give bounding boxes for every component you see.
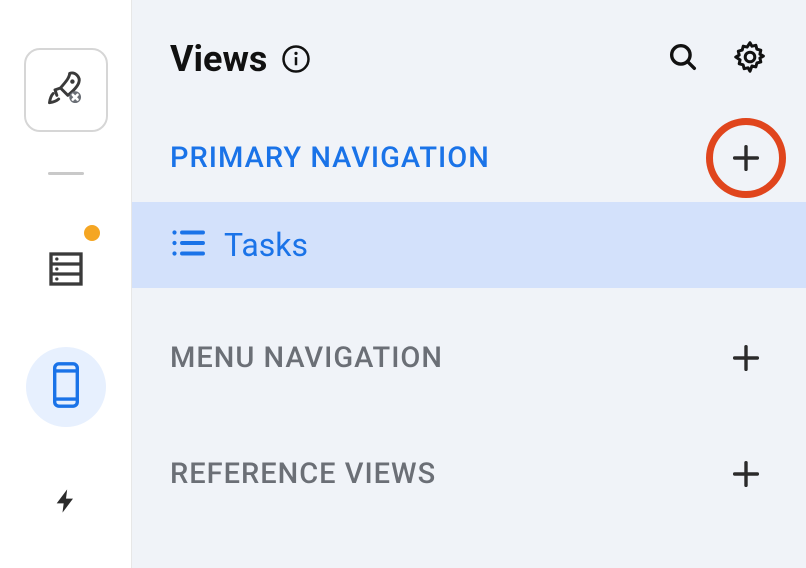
gear-icon [732,39,768,79]
header-actions [666,39,768,79]
panel-title: Views [170,38,267,80]
rail-item-automation[interactable] [26,463,106,543]
views-panel: Views [132,0,806,568]
rail-divider [48,172,84,175]
panel-header: Views [132,0,806,80]
view-item-label: Tasks [224,226,308,264]
section-label-primary: PRIMARY NAVIGATION [170,141,490,175]
section-menu-navigation: MENU NAVIGATION [132,328,806,388]
rocket-icon [44,66,88,114]
add-menu-view-button[interactable] [724,336,768,380]
add-reference-view-button[interactable] [724,452,768,496]
list-icon [170,228,206,262]
left-rail [0,0,132,568]
settings-button[interactable] [732,39,768,79]
view-item-tasks[interactable]: Tasks [132,202,806,288]
search-icon [666,40,700,78]
section-label-reference: REFERENCE VIEWS [170,457,436,491]
mobile-icon [49,361,83,413]
bolt-icon [52,480,80,526]
section-primary-navigation: PRIMARY NAVIGATION [132,128,806,188]
rail-launch-button[interactable] [24,48,108,132]
rail-item-data[interactable] [26,231,106,311]
data-icon [46,249,86,293]
section-label-menu: MENU NAVIGATION [170,341,443,375]
rail-item-mobile[interactable] [26,347,106,427]
app-root: Views [0,0,806,568]
add-primary-view-button[interactable] [724,136,768,180]
search-button[interactable] [666,40,700,78]
info-icon[interactable] [281,44,311,74]
section-reference-views: REFERENCE VIEWS [132,444,806,504]
notification-badge [84,225,100,241]
